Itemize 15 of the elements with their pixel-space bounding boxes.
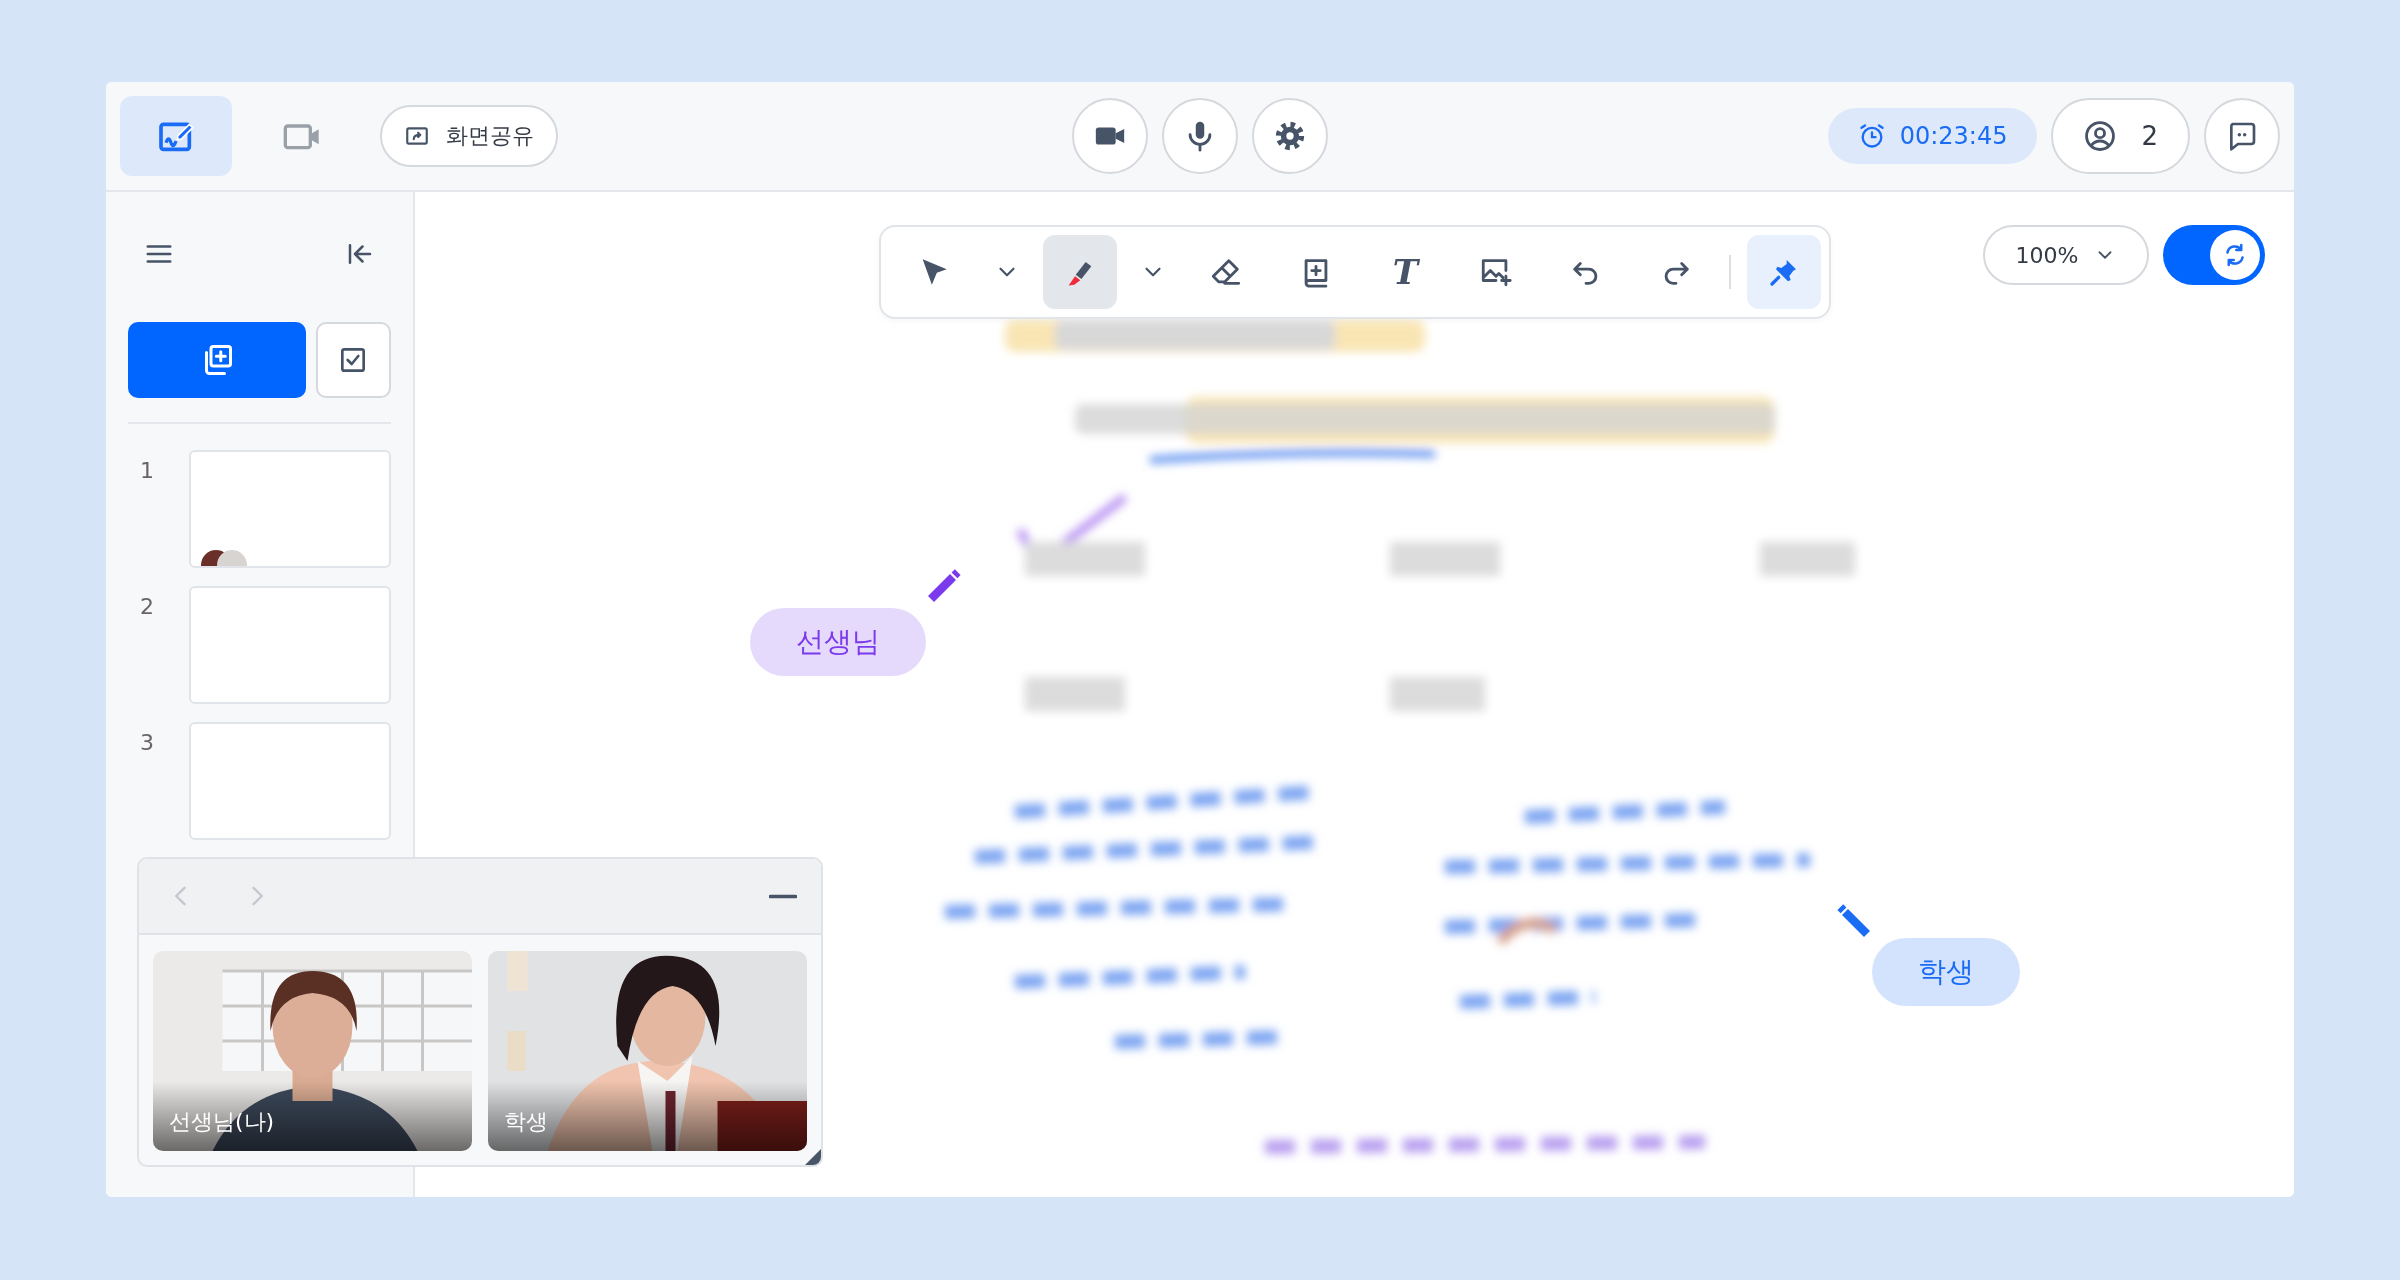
add-page-button[interactable]: [128, 322, 306, 398]
page-thumbnail[interactable]: [188, 586, 391, 704]
settings-icon: [1273, 119, 1307, 153]
page-number: 2: [139, 593, 155, 621]
share-button[interactable]: 화면공유: [380, 105, 558, 167]
select-pages-button[interactable]: [315, 322, 391, 398]
timer: 00:23:45: [1827, 108, 2038, 164]
participants-button[interactable]: 2: [2051, 98, 2190, 174]
whiteboard-tab[interactable]: [120, 96, 232, 176]
page-number: 1: [139, 457, 155, 485]
page-thumbnail[interactable]: [188, 722, 391, 840]
alarm-clock-icon: [1857, 122, 1886, 150]
user-icon: [2083, 119, 2118, 153]
page-thumbnail[interactable]: [188, 450, 391, 568]
page-number: 3: [139, 729, 155, 757]
